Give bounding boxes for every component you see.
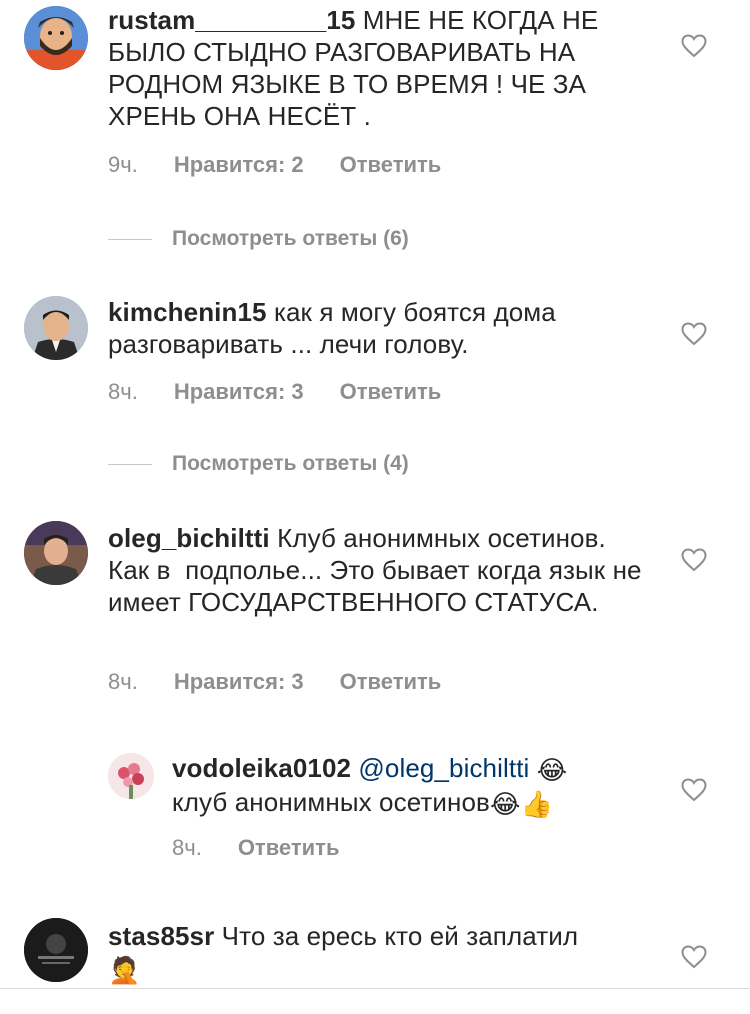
avatar-kimchenin[interactable] xyxy=(24,296,88,360)
comment-time: 9ч. xyxy=(108,152,138,177)
username-stas[interactable]: stas85sr xyxy=(108,921,214,951)
heart-icon[interactable] xyxy=(681,548,707,572)
comment-text-kimchenin: kimchenin15 как я могу боятся дома разго… xyxy=(108,296,648,360)
reply-button[interactable]: Ответить xyxy=(340,152,442,178)
comment-text-oleg: oleg_bichiltti Клуб анонимных осетинов. … xyxy=(108,522,648,618)
tears-of-joy-emoji-icon: 😂 xyxy=(536,755,568,785)
bottom-divider xyxy=(0,988,750,989)
reply-button[interactable]: Ответить xyxy=(238,835,340,861)
view-replies-line xyxy=(108,238,152,240)
comment-body: клуб анонимных осетинов xyxy=(172,787,490,817)
comment-time: 8ч. xyxy=(172,835,202,860)
heart-icon[interactable] xyxy=(681,778,707,802)
heart-icon[interactable] xyxy=(681,34,707,58)
username-vodoleika[interactable]: vodoleika0102 xyxy=(172,753,351,783)
comment-body: Что за ересь кто ей заплатил xyxy=(214,921,579,951)
reply-button[interactable]: Ответить xyxy=(340,379,442,405)
likes-count-button[interactable]: Нравится: 2 xyxy=(174,152,304,178)
username-kimchenin[interactable]: kimchenin15 xyxy=(108,297,267,327)
young-man-photo-avatar-icon xyxy=(24,521,88,585)
comment-text-stas: stas85sr Что за ересь кто ей заплатил 🤦 xyxy=(108,920,648,986)
likes-count-button[interactable]: Нравится: 3 xyxy=(174,669,304,695)
comment-meta-vodoleika: 8ч. Ответить xyxy=(172,833,339,863)
avatar-oleg[interactable] xyxy=(24,521,88,585)
laugh-thumbs-up-emoji-icon: 😂👍 xyxy=(489,789,553,819)
flower-bouquet-avatar-icon xyxy=(108,753,154,799)
comment-text-rustam: rustam_________15 МНЕ НЕ КОГДА НЕ БЫЛО С… xyxy=(108,4,648,132)
username-rustam[interactable]: rustam_________15 xyxy=(108,5,355,35)
likes-count-button[interactable]: Нравится: 3 xyxy=(174,379,304,405)
view-replies-label: Посмотреть ответы (4) xyxy=(172,452,409,475)
username-oleg[interactable]: oleg_bichiltti xyxy=(108,523,270,553)
dark-logo-avatar-icon xyxy=(24,918,88,982)
view-replies-button[interactable]: Посмотреть ответы (6) xyxy=(108,224,409,254)
view-replies-line xyxy=(108,463,152,465)
comment-time: 8ч. xyxy=(108,379,138,404)
facepalm-emoji-icon: 🤦 xyxy=(108,955,141,985)
comment-time: 8ч. xyxy=(108,669,138,694)
view-replies-button[interactable]: Посмотреть ответы (4) xyxy=(108,449,409,479)
man-in-suit-avatar-icon xyxy=(24,296,88,360)
avatar-rustam[interactable] xyxy=(24,6,88,70)
avatar-vodoleika[interactable] xyxy=(108,753,154,799)
comment-meta-oleg: 8ч. Нравится: 3 Ответить xyxy=(108,667,441,697)
bearded-cartoon-man-avatar-icon xyxy=(24,6,88,70)
comment-meta-rustam: 9ч. Нравится: 2 Ответить xyxy=(108,150,441,180)
heart-icon[interactable] xyxy=(681,322,707,346)
reply-button[interactable]: Ответить xyxy=(340,669,442,695)
comment-meta-kimchenin: 8ч. Нравится: 3 Ответить xyxy=(108,377,441,407)
avatar-stas[interactable] xyxy=(24,918,88,982)
comment-text-vodoleika: vodoleika0102 @oleg_bichiltti 😂 клуб ано… xyxy=(172,752,652,820)
mention-link[interactable]: @oleg_bichiltti xyxy=(358,753,529,783)
heart-icon[interactable] xyxy=(681,945,707,969)
view-replies-label: Посмотреть ответы (6) xyxy=(172,227,409,250)
